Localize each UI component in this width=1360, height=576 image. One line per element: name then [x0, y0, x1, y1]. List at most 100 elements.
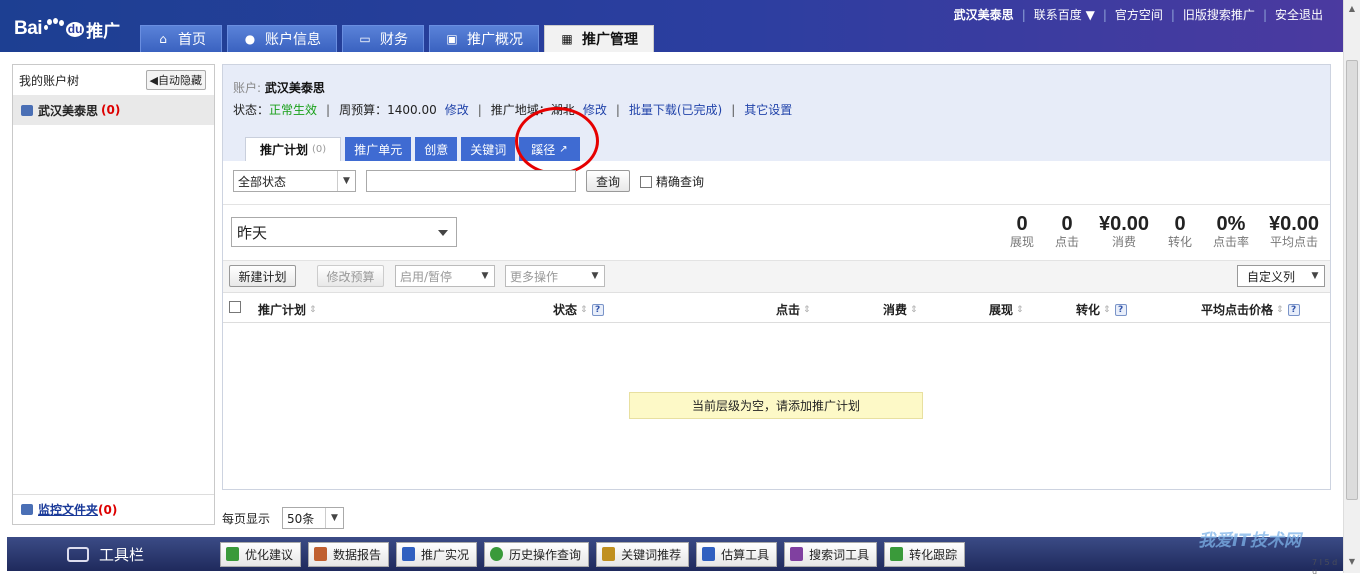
- sort-icon: ⇕: [1103, 304, 1111, 315]
- table-header: 推广计划 ⇕ 状态 ⇕? 点击 ⇕ 消费 ⇕ 展现 ⇕ 转化 ⇕? 平均点击价格 ⇕?: [223, 293, 1330, 323]
- collapse-icon: ◀: [149, 74, 158, 87]
- empty-message: 当前层级为空，请添加推广计划: [629, 392, 923, 419]
- divider: |: [1021, 7, 1026, 22]
- action-toolbar: 新建计划 修改预算 启用/暂停 ▼ 更多操作 ▼ 自定义列 ▼: [223, 261, 1330, 293]
- col-clicks[interactable]: 点击 ⇕: [776, 301, 811, 318]
- search-input[interactable]: [366, 170, 576, 192]
- edit-region-link[interactable]: 修改: [583, 101, 607, 118]
- status-label: 状态：: [233, 103, 270, 117]
- col-avg-cpc[interactable]: 平均点击价格 ⇕?: [1201, 301, 1300, 318]
- filter-bar: 全部状态 ▼ 查询 精确查询: [223, 161, 1330, 205]
- toolbar-title-label: 工具栏: [99, 545, 145, 564]
- divider: |: [1170, 7, 1175, 22]
- stat-avg-cpc: ¥0.00 平均点击: [1269, 213, 1319, 249]
- tool-search-terms[interactable]: 搜索词工具: [784, 541, 878, 567]
- help-icon[interactable]: ?: [1287, 303, 1300, 316]
- grid-icon: ▦: [561, 31, 573, 46]
- tool-live-preview[interactable]: 推广实况: [396, 541, 478, 567]
- vertical-scrollbar[interactable]: ▲ ▼: [1343, 0, 1360, 573]
- select-all-checkbox[interactable]: [229, 301, 241, 313]
- account-icon: [21, 104, 33, 116]
- tool-history[interactable]: 历史操作查询: [484, 541, 590, 567]
- scrollbar-thumb[interactable]: [1346, 60, 1358, 500]
- nav-tab-overview[interactable]: ▣ 推广概况: [429, 25, 539, 52]
- tab-units[interactable]: 推广单元: [345, 137, 412, 161]
- account-line: 账户: 武汉美泰思: [233, 79, 325, 96]
- enable-pause-label: 启用/暂停: [400, 269, 453, 284]
- tree-item-account[interactable]: 武汉美泰思 (0): [13, 95, 214, 125]
- help-icon[interactable]: ?: [591, 303, 604, 316]
- col-cost[interactable]: 消费 ⇕: [883, 301, 918, 318]
- stat-value: 0%: [1216, 213, 1246, 235]
- enable-pause-select[interactable]: 启用/暂停 ▼: [395, 265, 495, 287]
- new-plan-button[interactable]: 新建计划: [229, 265, 296, 287]
- watermark-sub: 7 I 5 d u: [1312, 558, 1338, 576]
- edit-budget-link[interactable]: 修改: [445, 101, 469, 118]
- chevron-down-icon: ▼: [325, 508, 343, 528]
- edit-budget-button[interactable]: 修改预算: [317, 265, 384, 287]
- watermark: 我爱IT技术网 7 I 5 d u: [1150, 500, 1340, 576]
- nav-tab-finance[interactable]: ▭ 财务: [342, 25, 424, 52]
- status-value: 正常生效: [269, 103, 318, 117]
- monitor-folder-count: (0): [98, 502, 118, 517]
- scroll-down-icon[interactable]: ▼: [1346, 555, 1358, 569]
- col-status[interactable]: 状态 ⇕?: [553, 301, 604, 318]
- toolbox-icon: [67, 546, 89, 562]
- bottom-toolbar: 工具栏 优化建议 数据报告 推广实况 历史操作查询 关键词推荐 估算工具 搜索词…: [7, 537, 1343, 571]
- tab-plans[interactable]: 推广计划 (0): [245, 137, 342, 161]
- tool-optimize[interactable]: 优化建议: [220, 541, 302, 567]
- logout-link[interactable]: 安全退出: [1275, 6, 1323, 23]
- col-impressions[interactable]: 展现 ⇕: [989, 301, 1024, 318]
- exact-query-option[interactable]: 精确查询: [640, 173, 704, 190]
- monitor-folder-link[interactable]: 监控文件夹 (0): [13, 494, 214, 524]
- contact-baidu-link[interactable]: 联系百度 ▼: [1034, 6, 1095, 23]
- tool-label: 搜索词工具: [809, 547, 870, 562]
- exact-query-label: 精确查询: [656, 175, 705, 189]
- help-icon[interactable]: ?: [1114, 303, 1127, 316]
- nav-tab-account-info[interactable]: ● 账户信息: [227, 25, 337, 52]
- tool-data-report[interactable]: 数据报告: [308, 541, 390, 567]
- logo-text: Bai: [14, 18, 43, 39]
- official-space-link[interactable]: 官方空间: [1115, 6, 1163, 23]
- page-size-select[interactable]: 50条 ▼: [282, 507, 345, 529]
- tool-conversion-tracking[interactable]: 转化跟踪: [884, 541, 966, 567]
- baidu-logo[interactable]: Bai du 推广: [14, 14, 120, 44]
- search-term-icon: [790, 547, 804, 561]
- nav-tab-home[interactable]: ⌂ 首页: [140, 25, 222, 52]
- logo-suffix: 推广: [86, 21, 121, 42]
- wallet-icon: ▭: [359, 31, 371, 46]
- pagination: 每页显示 50条 ▼: [222, 507, 345, 529]
- col-label: 平均点击价格: [1201, 303, 1274, 317]
- scroll-up-icon[interactable]: ▲: [1346, 2, 1358, 16]
- chevron-down-icon: ▼: [481, 271, 489, 281]
- exact-query-checkbox[interactable]: [640, 175, 652, 188]
- bulk-download-link[interactable]: 批量下载(已完成): [629, 101, 722, 118]
- account-name-link[interactable]: 武汉美泰思: [954, 6, 1014, 23]
- auto-hide-button[interactable]: ◀自动隐藏: [145, 70, 206, 90]
- tab-creatives[interactable]: 创意: [415, 137, 458, 161]
- tool-estimate[interactable]: 估算工具: [696, 541, 778, 567]
- query-button[interactable]: 查询: [586, 170, 630, 192]
- history-icon: [490, 547, 504, 561]
- status-select[interactable]: 全部状态 ▼: [233, 170, 356, 192]
- date-range-select[interactable]: 昨天: [231, 217, 457, 247]
- old-version-link[interactable]: 旧版搜索推广: [1183, 6, 1255, 23]
- main-nav: ⌂ 首页 ● 账户信息 ▭ 财务 ▣ 推广概况 ▦ 推广管理: [140, 25, 654, 52]
- nav-tab-promotion-management[interactable]: ▦ 推广管理: [544, 25, 654, 52]
- tab-keywords[interactable]: 关键词: [461, 137, 516, 161]
- tool-label: 估算工具: [721, 547, 770, 562]
- top-header: Bai du 推广 ⌂ 首页 ● 账户信息 ▭ 财务 ▣ 推广概况 ▦ 推广管理 武汉美泰…: [0, 0, 1343, 52]
- nav-tab-label: 首页: [178, 32, 206, 48]
- custom-columns-select[interactable]: 自定义列 ▼: [1237, 265, 1325, 287]
- more-actions-select[interactable]: 更多操作 ▼: [505, 265, 605, 287]
- tree-item-count: (0): [101, 103, 121, 117]
- col-label: 点击: [776, 303, 801, 317]
- col-conversions[interactable]: 转化 ⇕?: [1076, 301, 1127, 318]
- watermark-text: 我爱IT技术网: [1198, 531, 1301, 551]
- overview-icon: ▣: [446, 31, 458, 46]
- other-settings-link[interactable]: 其它设置: [744, 101, 792, 118]
- tool-keyword-recommend[interactable]: 关键词推荐: [596, 541, 690, 567]
- divider: |: [1102, 7, 1107, 22]
- tool-label: 数据报告: [333, 547, 382, 562]
- col-plan[interactable]: 推广计划 ⇕: [258, 301, 317, 318]
